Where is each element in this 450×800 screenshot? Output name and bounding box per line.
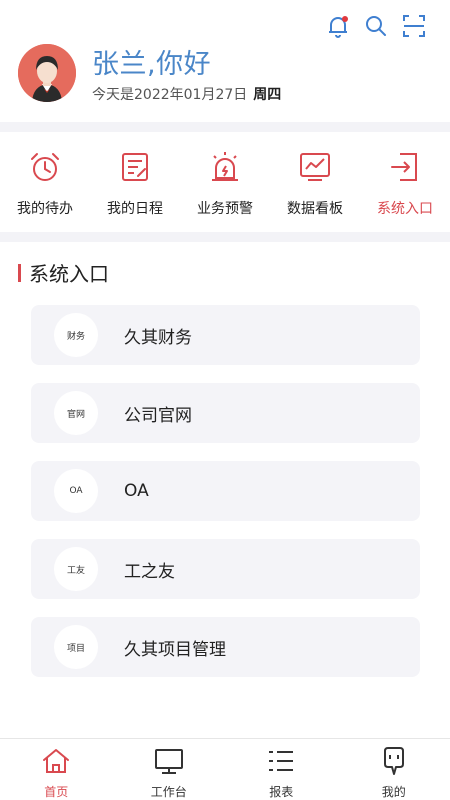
top-icons: [326, 14, 426, 38]
bottom-tabbar: 首页 工作台 报表 我的: [0, 738, 450, 800]
tab-reports[interactable]: 报表: [225, 739, 338, 800]
alarm-clock-icon: [28, 150, 62, 188]
search-icon[interactable]: [364, 14, 388, 38]
quick-nav-todo[interactable]: 我的待办: [0, 136, 90, 236]
weekday: 周四: [253, 87, 282, 103]
quick-nav-warning[interactable]: 业务预警: [180, 136, 270, 236]
monitor-icon: [153, 745, 185, 781]
bell-icon[interactable]: [326, 14, 350, 38]
quick-nav: 我的待办 我的日程 业务预警 数据看板 系统入口: [0, 136, 450, 236]
warning-light-icon: [208, 150, 242, 188]
tab-label: 工作台: [150, 785, 187, 799]
section-title-text: 系统入口: [29, 262, 109, 286]
entry-badge: 财务: [54, 313, 98, 357]
tab-home[interactable]: 首页: [0, 739, 113, 800]
profile-icon: [378, 745, 410, 781]
entry-name: 久其财务: [124, 327, 192, 348]
entry-oa[interactable]: OA OA: [31, 461, 420, 521]
quick-nav-label: 业务预警: [197, 201, 253, 217]
entry-name: 工之友: [124, 561, 175, 582]
title-accent-bar: [18, 263, 21, 282]
schedule-doc-icon: [118, 150, 152, 188]
entry-worker-friend[interactable]: 工友 工之友: [31, 539, 420, 599]
entry-list: 财务 久其财务 官网 公司官网 OA OA 工友 工之友 项目 久其项目管理: [31, 305, 420, 695]
entry-finance[interactable]: 财务 久其财务: [31, 305, 420, 365]
tab-label: 报表: [269, 785, 294, 799]
entry-name: OA: [124, 481, 149, 501]
scan-icon[interactable]: [402, 14, 426, 38]
divider: [0, 232, 450, 242]
greeting: 张兰,你好: [92, 49, 212, 80]
quick-nav-label: 系统入口: [377, 201, 433, 217]
entry-badge: OA: [54, 469, 98, 513]
tab-label: 我的: [381, 785, 406, 799]
quick-nav-schedule[interactable]: 我的日程: [90, 136, 180, 236]
date-line: 今天是2022年01月27日 周四: [92, 84, 281, 104]
quick-nav-label: 我的日程: [107, 201, 163, 217]
entry-project-management[interactable]: 项目 久其项目管理: [31, 617, 420, 677]
entry-name: 久其项目管理: [124, 639, 226, 660]
entry-website[interactable]: 官网 公司官网: [31, 383, 420, 443]
notification-dot: [342, 16, 348, 22]
list-icon: [265, 745, 297, 781]
date-text: 今天是2022年01月27日: [92, 87, 248, 103]
divider: [0, 122, 450, 132]
home-icon: [40, 745, 72, 781]
quick-nav-system-entry[interactable]: 系统入口: [360, 136, 450, 236]
header: 张兰,你好 今天是2022年01月27日 周四: [0, 0, 450, 120]
tab-label: 首页: [44, 785, 69, 799]
entry-name: 公司官网: [124, 405, 192, 426]
quick-nav-label: 我的待办: [17, 201, 73, 217]
system-entry-icon: [388, 150, 422, 188]
quick-nav-dashboard[interactable]: 数据看板: [270, 136, 360, 236]
entry-badge: 官网: [54, 391, 98, 435]
entry-badge: 项目: [54, 625, 98, 669]
quick-nav-label: 数据看板: [287, 201, 343, 217]
tab-profile[interactable]: 我的: [338, 739, 450, 800]
entry-badge: 工友: [54, 547, 98, 591]
avatar[interactable]: [18, 44, 76, 102]
section-title: 系统入口: [18, 258, 109, 287]
tab-workbench[interactable]: 工作台: [113, 739, 226, 800]
chart-board-icon: [298, 150, 332, 188]
